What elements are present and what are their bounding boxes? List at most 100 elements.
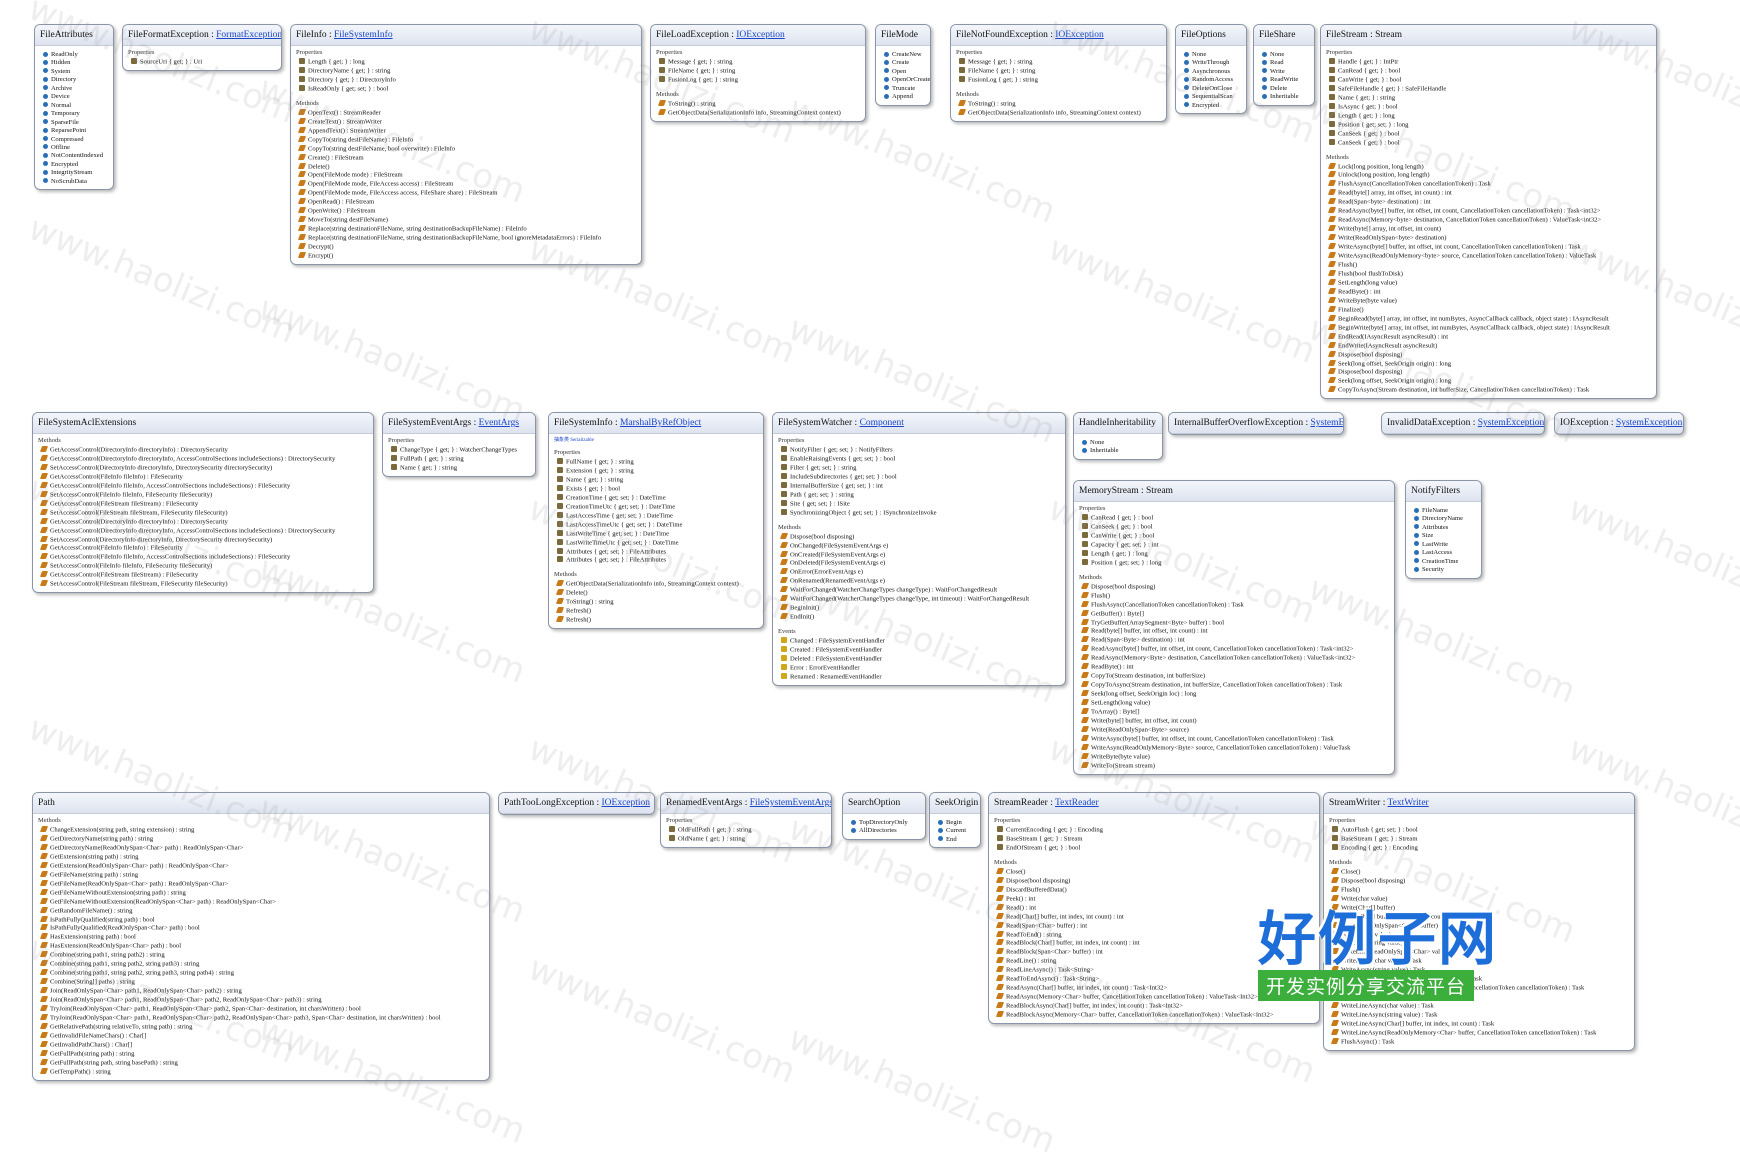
base-class-link[interactable]: SystemException (1616, 418, 1683, 428)
member-item[interactable]: CreateText() : StreamWriter (297, 117, 637, 127)
member-item[interactable]: Flush() (1330, 885, 1630, 895)
member-item[interactable]: Read(byte[] array, int offset, int count… (1327, 189, 1652, 198)
class-header[interactable]: FileSystemEventArgs : EventArgs (383, 413, 535, 434)
member-item[interactable]: SetAccessControl(FileStream fileStream, … (39, 508, 369, 518)
member-item[interactable]: Size (1414, 532, 1477, 540)
member-item[interactable]: GetFileNameWithoutExtension(string path)… (39, 888, 485, 898)
member-item[interactable]: Join(ReadOnlySpan<Char> path1, ReadOnlyS… (39, 987, 485, 996)
base-class-link[interactable]: SystemException (1310, 418, 1343, 428)
member-item[interactable]: GetFileNameWithoutExtension(ReadOnlySpan… (39, 897, 485, 907)
member-item[interactable]: OnDeleted(FileSystemEventArgs e) (779, 559, 1061, 568)
member-item[interactable]: Extension { get; } : string (557, 466, 759, 476)
member-item[interactable]: HasExtension(ReadOnlySpan<Char> path) : … (39, 942, 485, 951)
member-item[interactable]: Encrypt() (297, 252, 637, 261)
member-item[interactable]: TryJoin(ReadOnlySpan<Char> path1, ReadOn… (39, 1014, 485, 1023)
member-item[interactable]: CanSeek { get; } : bool (1329, 129, 1652, 139)
class-box-internalbufferoverflowexception[interactable]: InternalBufferOverflowException : System… (1168, 412, 1344, 435)
member-item[interactable]: CopyToAsync(Stream destination, int buff… (1080, 681, 1390, 690)
member-item[interactable]: TopDirectoryOnly (851, 819, 921, 827)
member-item[interactable]: ToString() : string (957, 99, 1162, 109)
member-item[interactable]: OnCreated(FileSystemEventArgs e) (779, 550, 1061, 560)
member-item[interactable]: GetExtension(string path) : string (39, 852, 485, 862)
class-header[interactable]: FileMode (876, 25, 930, 46)
member-item[interactable]: GetDirectoryName(string path) : string (39, 834, 485, 844)
member-item[interactable]: Dispose(bool disposing) (995, 876, 1315, 886)
member-item[interactable]: Site { get; set; } : ISite (781, 499, 1061, 509)
base-class-link[interactable]: SystemException (1478, 418, 1544, 428)
member-item[interactable]: GetObjectData(SerializationInfo info, St… (657, 108, 861, 118)
member-item[interactable]: OpenWrite() : FileStream (297, 207, 637, 216)
class-box-seekorigin[interactable]: SeekOrigin Begin Current End (929, 792, 981, 849)
class-box-memorystream[interactable]: MemoryStream : Stream Properties CanRead {… (1073, 480, 1395, 775)
base-class-link[interactable]: FileSystemEventArgs (750, 798, 831, 808)
member-item[interactable]: BeginInit() (779, 604, 1061, 613)
member-item[interactable]: IsPathFullyQualified(string path) : bool (39, 915, 485, 925)
member-item[interactable]: Finalize() (1327, 305, 1652, 315)
member-item[interactable]: Length { get; } : long (299, 58, 637, 67)
class-box-filesysteminfo[interactable]: FileSystemInfo : MarshalByRefObject 抽象类 S… (548, 412, 764, 630)
member-item[interactable]: CopyTo(Stream destination, int bufferSiz… (1080, 672, 1390, 681)
member-item[interactable]: None (1184, 51, 1242, 59)
member-item[interactable]: LastAccessTime { get; set; } : DateTime (557, 511, 759, 521)
base-class-link[interactable]: IOException (602, 798, 651, 808)
class-box-fileattributes[interactable]: FileAttributes ReadOnly Hidden System Direct… (34, 24, 114, 191)
class-header[interactable]: NotifyFilters (1406, 481, 1481, 502)
member-item[interactable]: SparseFile (43, 119, 109, 127)
member-item[interactable]: WriteAsync(ReadOnlyMemory<Byte> source, … (1080, 743, 1390, 753)
member-item[interactable]: OnChanged(FileSystemEventArgs e) (779, 541, 1061, 551)
member-item[interactable]: TryJoin(ReadOnlySpan<Char> path1, ReadOn… (39, 1005, 485, 1014)
member-item[interactable]: SetLength(long value) (1080, 699, 1390, 708)
member-item[interactable]: IncludeSubdirectories { get; set; } : bo… (781, 472, 1061, 482)
class-header[interactable]: IOException : SystemException (1555, 413, 1683, 434)
member-item[interactable]: GetBuffer() : Byte[] (1080, 609, 1390, 619)
member-item[interactable]: RandomAccess (1184, 76, 1242, 84)
member-item[interactable]: Path { get; set; } : string (781, 490, 1061, 500)
member-item[interactable]: NotContentIndexed (43, 152, 109, 160)
member-item[interactable]: AppendText() : StreamWriter (297, 126, 637, 136)
class-header[interactable]: FileOptions (1176, 25, 1246, 46)
member-item[interactable]: Message { get; } : string (659, 58, 861, 67)
member-item[interactable]: WriteByte(byte value) (1327, 296, 1652, 306)
class-box-fileformatexception[interactable]: FileFormatException : FormatException Pro… (122, 24, 282, 71)
member-item[interactable]: GetAccessControl(FileInfo fileInfo) : Fi… (39, 544, 369, 553)
base-class-link[interactable]: IOException (1055, 30, 1104, 40)
member-item[interactable]: ToArray() : Byte[] (1080, 708, 1390, 717)
class-header[interactable]: FileFormatException : FormatException (123, 25, 281, 46)
member-item[interactable]: Read (1262, 59, 1310, 67)
member-item[interactable]: Truncate (884, 85, 926, 93)
member-item[interactable]: Attributes (1414, 524, 1477, 532)
class-header[interactable]: StreamReader : TextReader (989, 793, 1319, 814)
member-item[interactable]: OnError(ErrorEventArgs e) (779, 568, 1061, 577)
member-item[interactable]: WaitForChanged(WatcherChangeTypes change… (779, 595, 1061, 604)
member-item[interactable]: FusionLog { get; } : string (659, 75, 861, 85)
member-item[interactable]: Dispose(bool disposing) (779, 532, 1061, 542)
member-item[interactable]: LastWrite (1414, 541, 1477, 549)
member-item[interactable]: EndInit() (779, 613, 1061, 622)
member-item[interactable]: Message { get; } : string (959, 58, 1162, 67)
member-item[interactable]: Created : FileSystemEventHandler (781, 646, 1061, 655)
member-item[interactable]: SequentialScan (1184, 93, 1242, 101)
member-item[interactable]: Replace(string destinationFileName, stri… (297, 234, 637, 243)
member-item[interactable]: Read(Span<byte> destination) : int (1327, 198, 1652, 207)
member-item[interactable]: LastAccess (1414, 549, 1477, 557)
member-item[interactable]: Error : ErrorEventHandler (781, 664, 1061, 673)
member-item[interactable]: ReadOnly (43, 51, 109, 59)
member-item[interactable]: Flush() (1080, 591, 1390, 601)
member-item[interactable]: Write(ReadOnlySpan<byte> destination) (1327, 234, 1652, 243)
member-item[interactable]: SetAccessControl(DirectoryInfo directory… (39, 535, 369, 545)
member-item[interactable]: Capacity { get; set; } : int (1082, 540, 1390, 550)
member-item[interactable]: Write(byte[] array, int offset, int coun… (1327, 225, 1652, 234)
member-item[interactable]: CanRead { get; } : bool (1082, 514, 1390, 523)
member-item[interactable]: GetInvalidFileNameChars() : Char[] (39, 1031, 485, 1041)
member-item[interactable]: GetFullPath(string path) : string (39, 1049, 485, 1059)
member-item[interactable]: GetAccessControl(DirectoryInfo directory… (39, 526, 369, 536)
class-box-filenotfoundexception[interactable]: FileNotFoundException : IOException Prope… (950, 24, 1167, 122)
member-item[interactable]: Encrypted (43, 161, 109, 169)
member-item[interactable]: GetAccessControl(FileStream fileStream) … (39, 499, 369, 509)
class-header[interactable]: Path (33, 793, 489, 814)
class-header[interactable]: FileStream : Stream (1321, 25, 1656, 46)
member-item[interactable]: BeginWrite(byte[] array, int offset, int… (1327, 323, 1652, 333)
member-item[interactable]: CanSeek { get; } : bool (1082, 522, 1390, 532)
class-box-pathtoolongexception[interactable]: PathTooLongException : IOException (498, 792, 655, 815)
class-header[interactable]: FileSystemAclExtensions (33, 413, 373, 434)
